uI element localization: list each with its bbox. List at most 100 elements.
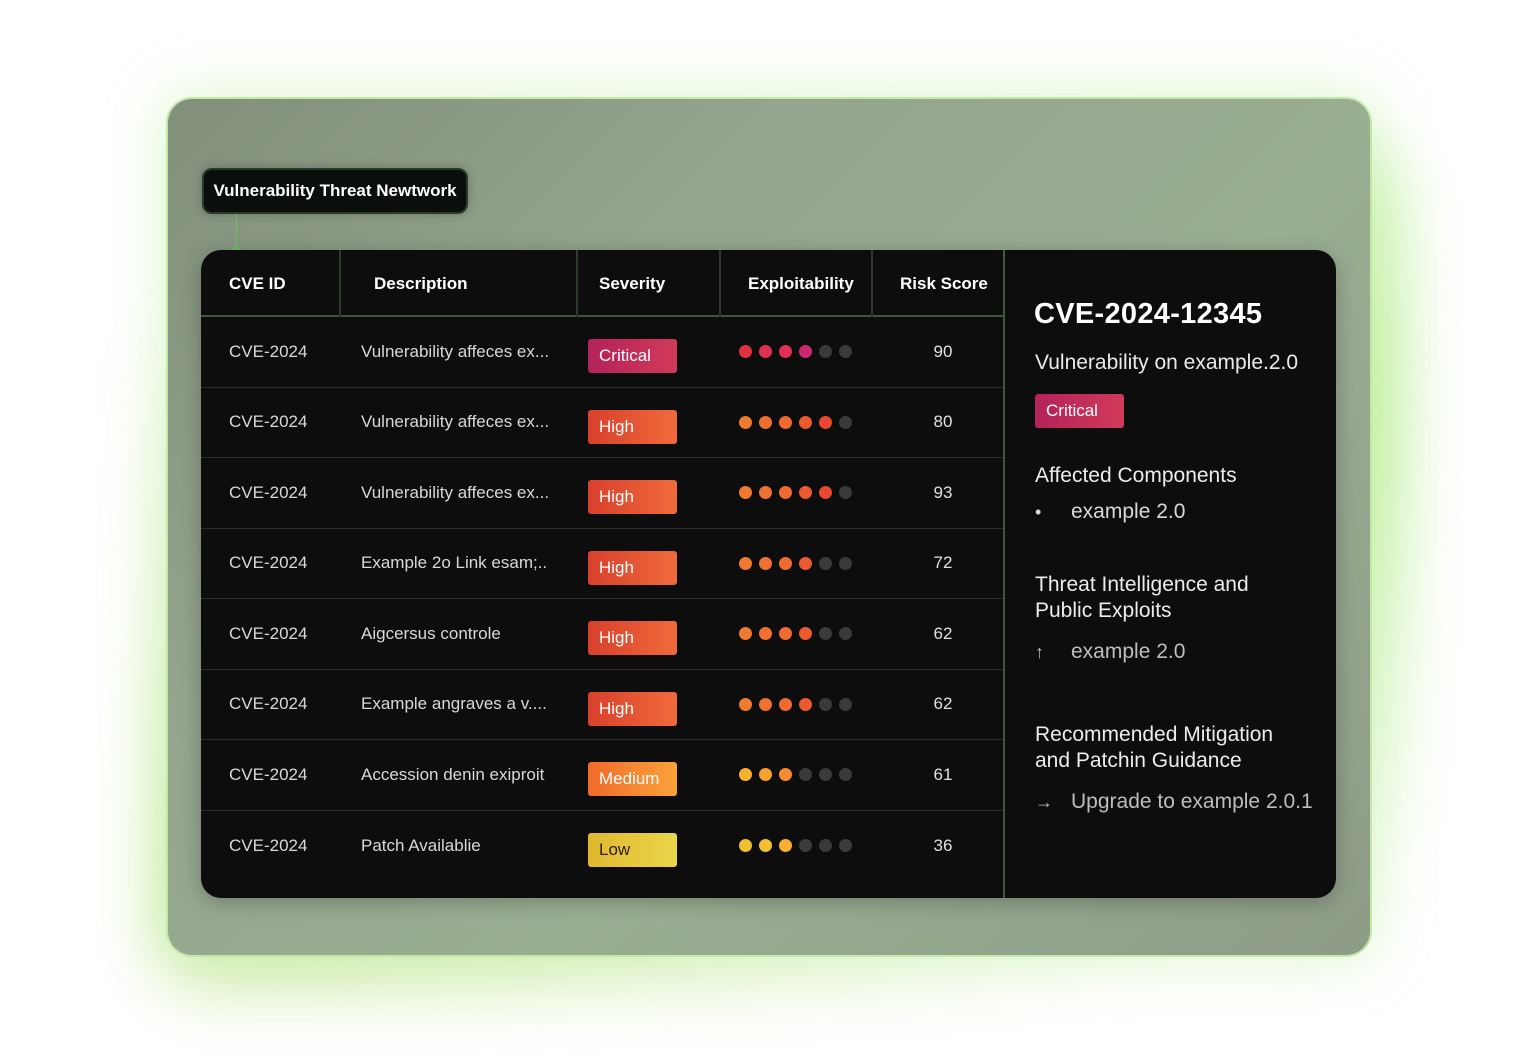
exploit-dot-filled bbox=[799, 415, 812, 429]
severity-badge: High bbox=[588, 480, 677, 514]
exploitability-rating bbox=[739, 458, 852, 528]
exploit-dot-empty bbox=[839, 415, 852, 429]
exploit-dot-filled bbox=[779, 486, 792, 500]
exploit-dot-filled bbox=[739, 415, 752, 429]
exploitability-rating bbox=[739, 740, 852, 810]
table-row[interactable]: CVE-2024 Aigcersus controle High 62 bbox=[201, 599, 1003, 670]
exploit-dot-filled bbox=[779, 556, 792, 570]
header-description[interactable]: Description bbox=[339, 250, 577, 317]
exploit-dot-empty bbox=[839, 768, 852, 782]
mitigation-item: → Upgrade to example 2.0.1 bbox=[1035, 790, 1313, 814]
description-cell: Accession denin exiproit bbox=[361, 764, 545, 784]
affected-component-item: • example 2.0 bbox=[1035, 500, 1185, 524]
exploit-dot-empty bbox=[799, 768, 812, 782]
exploit-dot-empty bbox=[799, 839, 812, 853]
exploit-dot-empty bbox=[819, 768, 832, 782]
cve-id-cell: CVE-2024 bbox=[229, 341, 308, 361]
exploit-dot-filled bbox=[759, 627, 772, 641]
risk-score-cell: 62 bbox=[933, 623, 953, 643]
exploit-dot-filled bbox=[759, 415, 772, 429]
table-row[interactable]: CVE-2024 Vulnerability affeces ex... High 9… bbox=[201, 458, 1003, 529]
header-exploitability[interactable]: Exploitability bbox=[719, 250, 872, 317]
exploit-dot-filled bbox=[799, 556, 812, 570]
severity-badge: High bbox=[588, 691, 677, 726]
description-cell: Patch Availablie bbox=[361, 835, 481, 855]
exploit-dot-filled bbox=[799, 486, 812, 500]
exploit-dot-filled bbox=[739, 345, 752, 359]
header-cve-id[interactable]: CVE ID bbox=[201, 250, 341, 317]
exploit-dot-filled bbox=[739, 556, 752, 570]
risk-score-cell: 80 bbox=[933, 412, 953, 432]
mitigation-heading-line1: Recommended Mitigation bbox=[1035, 723, 1274, 746]
exploit-dot-filled bbox=[739, 839, 752, 853]
description-cell: Example angraves a v.... bbox=[361, 694, 547, 714]
detail-subtitle: Vulnerability on example.2.0 bbox=[1035, 351, 1299, 374]
description-cell: Vulnerability affeces ex... bbox=[361, 412, 550, 432]
exploit-dot-filled bbox=[739, 486, 752, 500]
exploit-dot-filled bbox=[759, 556, 772, 570]
table-row[interactable]: CVE-2024 Example angraves a v.... High 62 bbox=[201, 670, 1003, 740]
mitigation-heading: Recommended Mitigation and Patchin Guida… bbox=[1035, 722, 1273, 774]
header-severity[interactable]: Severity bbox=[576, 250, 720, 317]
exploit-dot-filled bbox=[759, 345, 772, 359]
cve-id-cell: CVE-2024 bbox=[229, 835, 308, 855]
cve-id-cell: CVE-2024 bbox=[229, 412, 308, 432]
detail-cve-id: CVE-2024-12345 bbox=[1034, 298, 1263, 330]
app-title: Vulnerability Threat Newtwork bbox=[202, 168, 468, 214]
exploit-dot-filled bbox=[759, 839, 772, 853]
table-header: CVE ID Description Severity Exploitabili… bbox=[201, 250, 1003, 317]
severity-badge: High bbox=[588, 409, 677, 444]
header-risk-score[interactable]: Risk Score bbox=[871, 250, 1003, 317]
exploit-dot-filled bbox=[739, 697, 752, 711]
exploit-dot-filled bbox=[759, 486, 772, 500]
exploitability-rating bbox=[739, 388, 852, 458]
exploit-dot-empty bbox=[839, 556, 852, 570]
exploit-dot-empty bbox=[819, 627, 832, 641]
detail-pane: CVE-2024-12345 Vulnerability on example.… bbox=[1005, 250, 1336, 898]
table-row[interactable]: CVE-2024 Patch Availablie Low 36 bbox=[201, 811, 1003, 882]
exploit-dot-filled bbox=[799, 345, 812, 359]
description-cell: Vulnerability affeces ex... bbox=[361, 482, 550, 502]
table-row[interactable]: CVE-2024 Example 2o Link esam;.. High 72 bbox=[201, 529, 1003, 599]
bullet-icon: • bbox=[1035, 501, 1042, 522]
exploit-dot-filled bbox=[759, 768, 772, 782]
table-body: CVE-2024 Vulnerability affeces ex... Criti… bbox=[201, 317, 1003, 881]
risk-score-cell: 93 bbox=[933, 482, 953, 502]
severity-badge: Medium bbox=[588, 762, 677, 796]
exploit-dot-empty bbox=[839, 627, 852, 641]
table-row[interactable]: CVE-2024 Accession denin exiproit Medium 61 bbox=[201, 740, 1003, 811]
cve-table: CVE ID Description Severity Exploitabili… bbox=[201, 250, 1003, 898]
cve-id-cell: CVE-2024 bbox=[229, 694, 308, 714]
exploitability-rating bbox=[739, 670, 852, 740]
exploitability-rating bbox=[739, 529, 852, 599]
table-row[interactable]: CVE-2024 Vulnerability affeces ex... High 8… bbox=[201, 388, 1003, 458]
description-cell: Aigcersus controle bbox=[361, 623, 501, 643]
cve-id-cell: CVE-2024 bbox=[229, 553, 308, 573]
severity-badge: Low bbox=[588, 832, 677, 867]
table-row[interactable]: CVE-2024 Vulnerability affeces ex... Criti… bbox=[201, 317, 1003, 388]
exploit-dot-empty bbox=[819, 345, 832, 359]
exploit-dot-filled bbox=[759, 697, 772, 711]
mitigation-heading-line2: and Patchin Guidance bbox=[1035, 749, 1242, 772]
risk-score-cell: 62 bbox=[933, 694, 953, 714]
threat-intel-item: ↑ example 2.0 bbox=[1035, 640, 1185, 664]
risk-score-cell: 72 bbox=[933, 553, 953, 573]
threat-intel-heading: Threat Intelligence and Public Exploits bbox=[1035, 572, 1249, 624]
title-connector bbox=[236, 214, 237, 250]
exploit-dot-filled bbox=[799, 627, 812, 641]
description-cell: Vulnerability affeces ex... bbox=[361, 341, 550, 361]
arrow-right-icon: → bbox=[1035, 791, 1053, 812]
threat-intel-heading-line1: Threat Intelligence and bbox=[1035, 573, 1249, 596]
exploit-dot-filled bbox=[799, 697, 812, 711]
cve-id-cell: CVE-2024 bbox=[229, 623, 308, 643]
mitigation-label: Upgrade to example 2.0.1 bbox=[1071, 790, 1313, 813]
severity-badge: High bbox=[588, 550, 677, 585]
threat-intel-label: example 2.0 bbox=[1071, 640, 1186, 663]
exploit-dot-empty bbox=[819, 556, 832, 570]
exploit-dot-filled bbox=[739, 627, 752, 641]
exploit-dot-empty bbox=[839, 345, 852, 359]
exploit-dot-empty bbox=[839, 697, 852, 711]
exploit-dot-empty bbox=[819, 697, 832, 711]
severity-badge: High bbox=[588, 621, 677, 655]
exploit-dot-filled bbox=[779, 839, 792, 853]
